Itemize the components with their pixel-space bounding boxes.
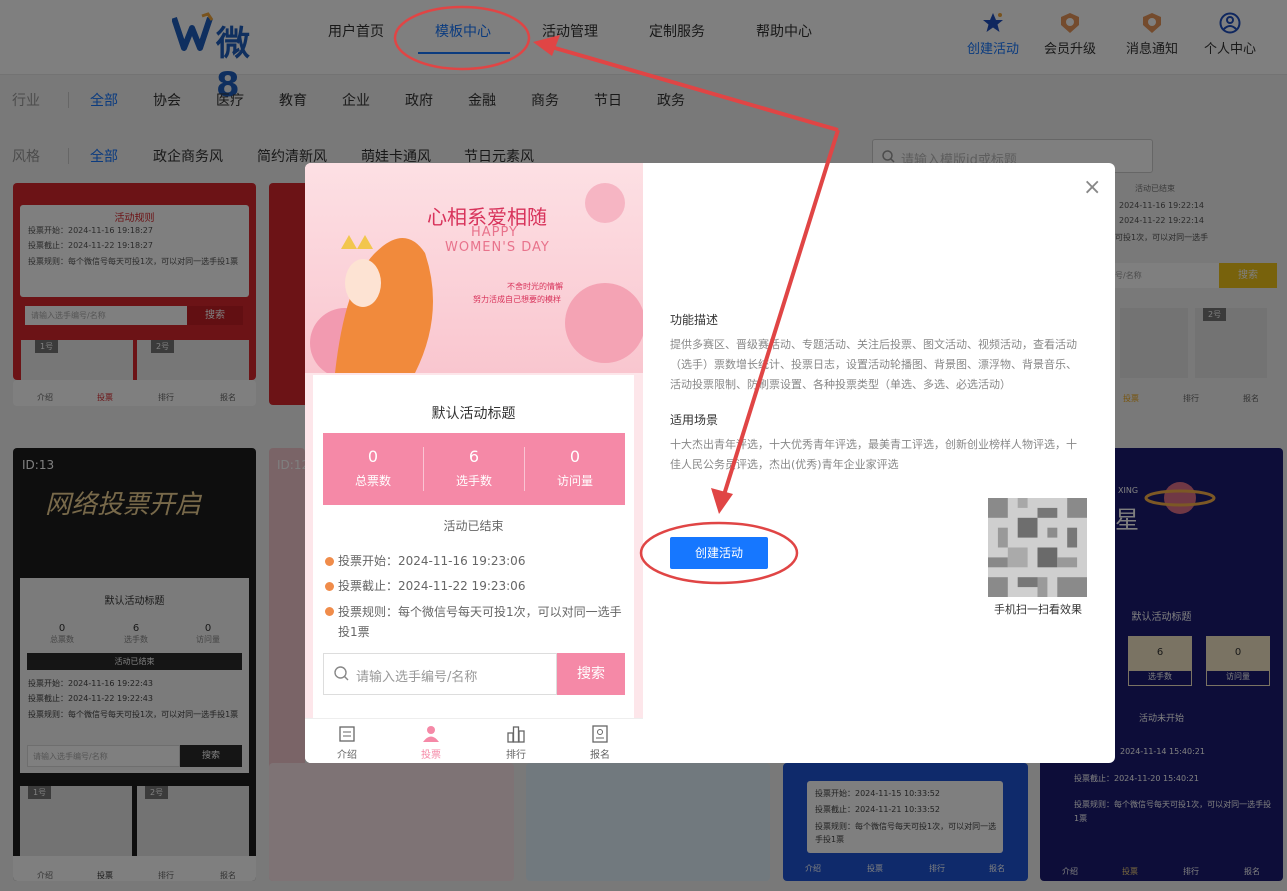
preview-rule: 投票规则：每个微信号每天可投1次，可以对同一选手投1票	[338, 605, 622, 639]
template-details: × 功能描述 提供多赛区、晋级赛活动、专题活动、关注后投票、图文活动、视频活动，…	[643, 163, 1115, 763]
template-detail-modal: 心相系爱相随 HAPPY WOMEN'S DAY 不舍时光的情懈 努力活成自己想…	[305, 163, 1115, 763]
stat-num: 6	[468, 447, 480, 466]
banner-en-2: WOMEN'S DAY	[445, 240, 550, 255]
stat-num: 0	[367, 447, 379, 466]
bullet-icon	[325, 582, 334, 591]
preview-start: 投票开始：2024-11-16 19:23:06	[338, 554, 526, 568]
scene-desc: 十大杰出青年评选，十大优秀青年评选，最美青工评选，创新创业榜样人物评选，十佳人民…	[670, 438, 1077, 471]
preview-title: 默认活动标题	[431, 406, 516, 422]
banner-sub-1: 不舍时光的情懈	[507, 282, 563, 291]
user-icon	[423, 726, 439, 742]
womens-day-illustration	[310, 183, 643, 373]
preview-end-row: 投票截止：2024-11-22 19:23:06	[325, 577, 525, 594]
preview-search-input[interactable]: 请输入选手编号/名称	[323, 653, 557, 695]
tab-label: 投票	[421, 750, 441, 761]
qr-caption: 手机扫一扫看效果	[994, 603, 1082, 616]
ranking-icon	[507, 726, 525, 743]
preview-search-placeholder: 请输入选手编号/名称	[356, 670, 478, 685]
preview-rule-row: 投票规则：每个微信号每天可投1次，可以对同一选手投1票	[325, 602, 625, 642]
preview-banner: 心相系爱相随 HAPPY WOMEN'S DAY 不舍时光的情懈 努力活成自己想…	[305, 163, 643, 373]
tab-label: 报名	[590, 750, 610, 761]
close-icon[interactable]: ×	[1083, 175, 1101, 200]
banner-sub-2: 努力活成自己想要的模样	[473, 295, 561, 304]
preview-start-row: 投票开始：2024-11-16 19:23:06	[325, 552, 525, 569]
stat-num: 0	[569, 447, 581, 466]
banner-en-1: HAPPY	[471, 225, 519, 240]
preview-status: 活动已结束	[443, 519, 504, 533]
preview-tab-rank[interactable]: 排行	[486, 723, 546, 761]
preview-end: 投票截止：2024-11-22 19:23:06	[338, 579, 526, 593]
create-activity-button[interactable]: 创建活动	[670, 537, 768, 569]
scene-title: 适用场景	[670, 413, 719, 427]
bullet-icon	[325, 607, 334, 616]
feature-desc: 提供多赛区、晋级赛活动、专题活动、关注后投票、图文活动、视频活动，查看活动（选手…	[670, 338, 1077, 391]
stat-label: 访问量	[556, 474, 593, 488]
stat-players: 6 选手数	[424, 447, 524, 489]
stat-visits: 0 访问量	[525, 447, 625, 489]
stat-total-votes: 0 总票数	[323, 447, 423, 489]
document-icon	[339, 726, 355, 742]
qr-code-icon	[988, 498, 1087, 597]
preview-tab-intro[interactable]: 介绍	[317, 723, 377, 761]
template-preview: 心相系爱相随 HAPPY WOMEN'S DAY 不舍时光的情懈 努力活成自己想…	[305, 163, 643, 763]
preview-stats: 0 总票数 6 选手数 0 访问量	[323, 433, 625, 505]
preview-tabbar: 介绍 投票 排行 报名	[305, 718, 643, 763]
stat-label: 选手数	[455, 474, 492, 488]
signup-icon	[592, 725, 608, 743]
tab-label: 排行	[506, 750, 526, 761]
preview-tab-vote[interactable]: 投票	[401, 723, 461, 761]
preview-tab-signup[interactable]: 报名	[570, 723, 630, 761]
stat-label: 总票数	[354, 474, 391, 488]
preview-search-button[interactable]: 搜索	[557, 653, 625, 695]
tab-label: 介绍	[337, 750, 357, 761]
feature-title: 功能描述	[670, 313, 719, 327]
search-icon	[334, 666, 349, 681]
bullet-icon	[325, 557, 334, 566]
